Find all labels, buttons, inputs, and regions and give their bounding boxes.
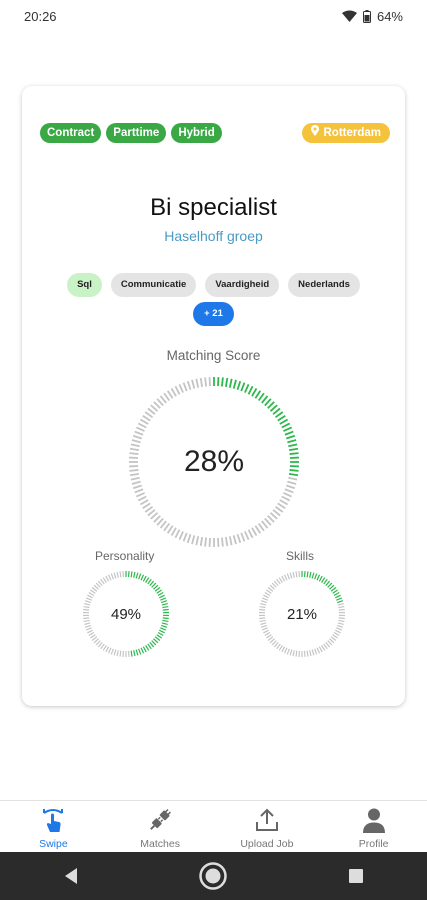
matching-score-value: 28% [183, 445, 245, 478]
status-bar: 20:26 64% [0, 0, 427, 32]
company-name: Haselhoff groep [164, 228, 263, 244]
battery-percent: 64% [376, 8, 403, 24]
tag-hybrid: Hybrid [171, 123, 222, 143]
nav-label-profile: Profile [358, 838, 389, 850]
location-text: Rotterdam [323, 127, 381, 139]
bottom-navigation: Swipe Matches Upload Job Profile [0, 800, 427, 853]
nav-upload-job[interactable]: Upload Job [214, 801, 321, 853]
location-badge: Rotterdam [302, 123, 390, 143]
nav-label-upload-job: Upload Job [240, 838, 294, 850]
plug-icon [147, 807, 173, 838]
skill-chip-sql: Sql [67, 273, 102, 297]
skills-score-ring: 21% [258, 570, 346, 658]
battery-icon [362, 9, 371, 23]
location-pin-icon [311, 123, 320, 143]
skills-label: Skills [286, 549, 315, 563]
status-icons: 64% [341, 8, 403, 24]
person-icon [361, 807, 387, 838]
tag-contract: Contract [40, 123, 102, 143]
nav-swipe[interactable]: Swipe [0, 801, 107, 853]
recents-icon[interactable] [336, 856, 376, 896]
swipe-hand-icon [40, 807, 66, 838]
skill-chip-communicatie: Communicatie [110, 273, 197, 297]
matching-score-ring: 28% [128, 376, 300, 548]
skills-score-value: 21% [286, 605, 318, 623]
job-type-tags: Contract Parttime Hybrid [40, 123, 222, 143]
status-time: 20:26 [24, 8, 57, 24]
skill-chip-nederlands: Nederlands [288, 273, 360, 297]
nav-profile[interactable]: Profile [320, 801, 427, 853]
job-title: Bi specialist [150, 194, 277, 221]
system-navigation-bar [0, 852, 427, 900]
personality-score-value: 49% [110, 605, 142, 623]
wifi-icon [341, 10, 357, 22]
job-card[interactable]: Contract Parttime Hybrid Rotterdam Bi sp… [22, 86, 405, 706]
tag-parttime: Parttime [106, 123, 167, 143]
personality-label: Personality [95, 549, 155, 563]
matching-score-label: Matching Score [166, 348, 261, 363]
personality-score-ring: 49% [82, 570, 170, 658]
skill-chips: Sql Communicatie Vaardigheid Nederlands … [62, 273, 365, 326]
more-skills-button[interactable]: + 21 [193, 302, 234, 326]
nav-label-matches: Matches [140, 838, 180, 850]
nav-matches[interactable]: Matches [107, 801, 214, 853]
home-icon[interactable] [193, 856, 233, 896]
back-icon[interactable] [51, 856, 91, 896]
upload-icon [254, 807, 280, 838]
skill-chip-vaardigheid: Vaardigheid [205, 273, 280, 297]
nav-label-swipe: Swipe [39, 838, 68, 850]
